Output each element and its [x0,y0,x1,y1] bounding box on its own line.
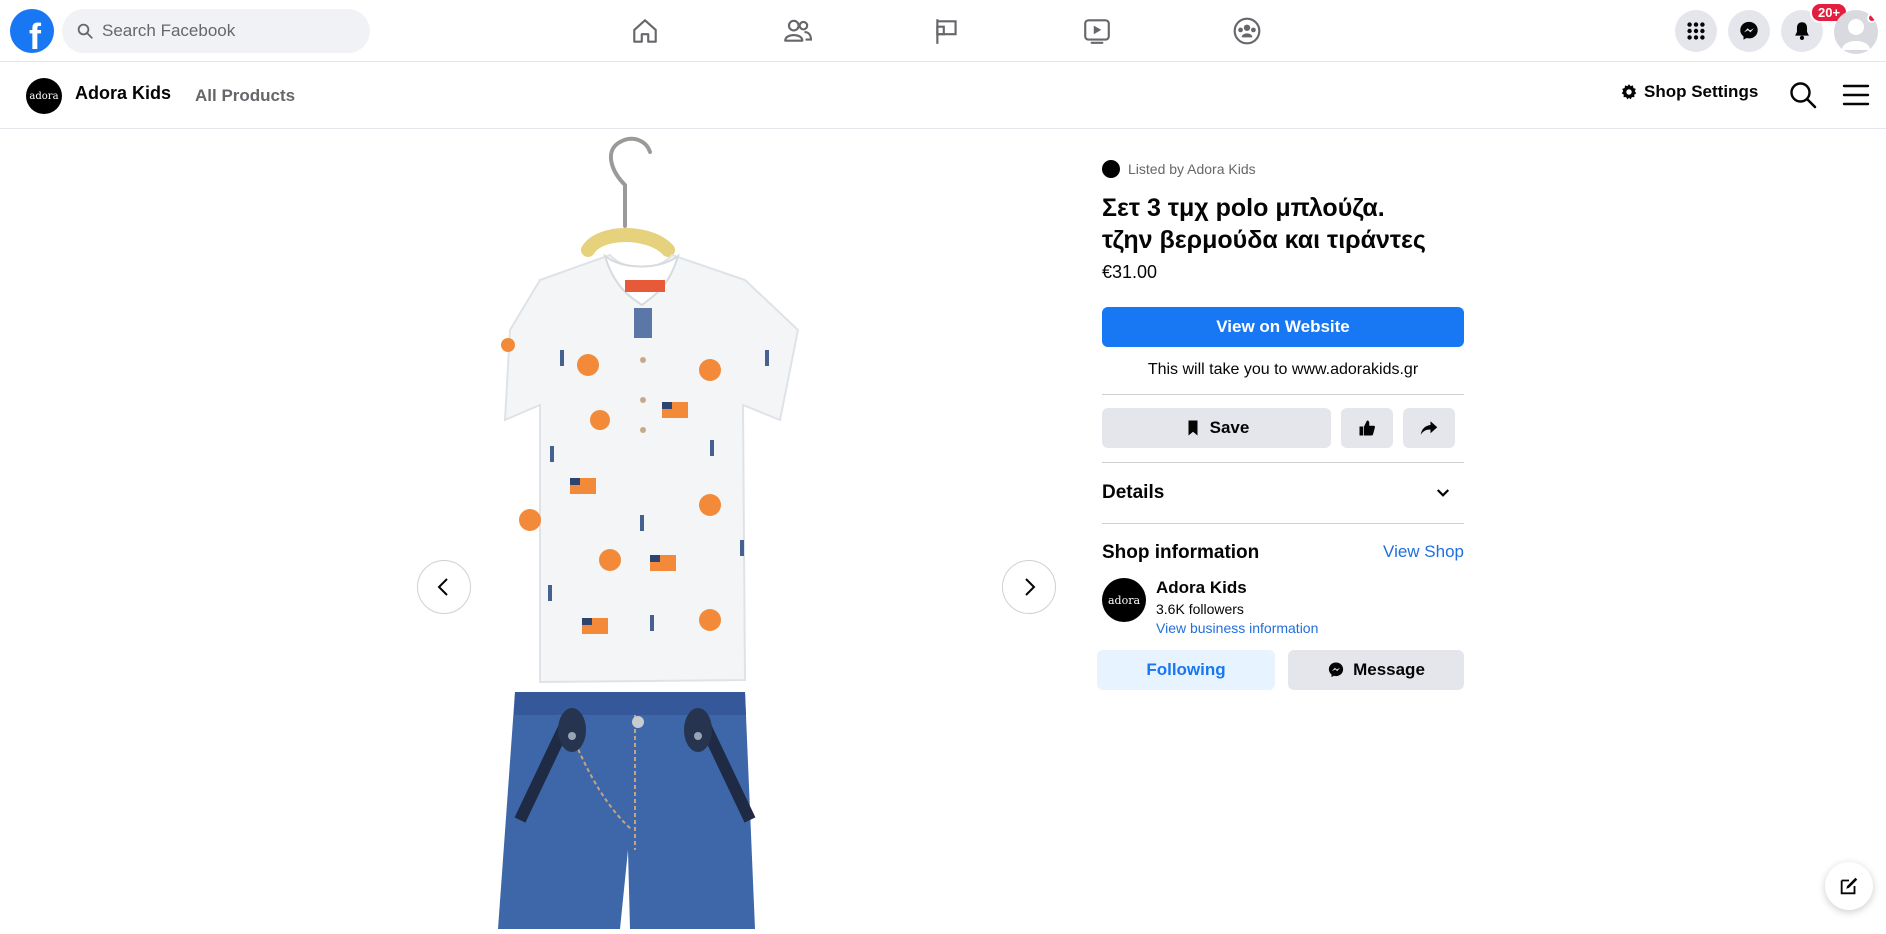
shop-info-row: adora Adora Kids 3.6K followers View bus… [1102,578,1464,636]
message-label: Message [1353,660,1425,679]
shop-search-icon[interactable] [1788,80,1818,110]
shop-information-header: Shop information View Shop [1102,542,1464,564]
chevron-left-icon [437,578,448,596]
product-title-line-2: τζην βερμούδα και τιράντες [1102,226,1426,254]
search-input[interactable] [102,21,352,41]
nav-watch[interactable] [1077,14,1117,48]
product-price: €31.00 [1102,262,1158,282]
status-dot [1867,13,1877,23]
nav-pages[interactable] [927,14,967,48]
nav-groups[interactable] [1227,14,1267,48]
facebook-logo[interactable]: f [10,9,54,53]
facebook-logo-letter: f [29,16,41,53]
shop-info-text: Adora Kids 3.6K followers View business … [1156,578,1318,636]
website-note: This will take you to www.adorakids.gr [1147,361,1419,378]
search-icon [77,23,93,39]
view-shop-link[interactable]: View Shop [1383,542,1464,564]
compose-icon [1840,877,1858,895]
groups-icon [1233,17,1261,45]
hamburger-menu-icon[interactable] [1842,82,1870,108]
previous-image-button[interactable] [417,560,471,614]
messenger-icon [1740,21,1758,40]
grid-menu-icon [1687,22,1705,40]
follower-count: 3.6K followers [1156,601,1244,617]
nav-friends[interactable] [777,14,817,48]
shop-logo-text: adora [29,90,59,102]
main-nav [590,0,1290,62]
divider [1102,523,1464,524]
product-title: Σετ 3 τμχ polo μπλούζα. τζην βερμούδα κα… [1102,192,1464,256]
messenger-button[interactable] [1728,10,1770,52]
view-on-website-button[interactable]: View on Website [1102,307,1464,347]
details-toggle[interactable]: Details [1102,463,1464,523]
shop-info-logo-text: adora [1107,593,1141,607]
bell-icon [1795,22,1809,40]
search-box[interactable] [62,9,370,53]
product-photo [498,136,800,929]
nav-home[interactable] [625,14,665,48]
menu-button[interactable] [1675,10,1717,52]
share-button[interactable] [1403,408,1455,448]
thumbs-up-icon [1359,420,1375,436]
bookmark-icon [1188,420,1198,436]
shop-information-heading: Shop information [1102,542,1260,563]
messenger-icon [1328,662,1344,678]
listed-by: Listed by Adora Kids [1102,160,1464,178]
chevron-right-icon [1025,578,1036,596]
shop-info-logo[interactable]: adora [1102,578,1146,622]
home-icon [633,19,657,43]
gear-icon [1621,84,1637,100]
save-button[interactable]: Save [1102,408,1331,448]
following-button[interactable]: Following [1097,650,1275,690]
shop-settings-label: Shop Settings [1644,82,1759,101]
friends-icon [784,19,812,42]
seller-mini-logo [1102,160,1120,178]
shop-logo[interactable]: adora [26,78,62,114]
new-message-button[interactable] [1825,862,1873,910]
follow-actions: Following Message [1097,650,1464,690]
next-image-button[interactable] [1002,560,1056,614]
shop-name[interactable]: Adora Kids [75,83,171,104]
all-products-link[interactable]: All Products [195,86,295,106]
product-image [410,130,1070,929]
chevron-down-icon [1436,489,1450,497]
divider [1102,394,1464,395]
shop-info-name[interactable]: Adora Kids [1156,578,1318,598]
action-buttons: Save [1102,408,1464,448]
video-icon [1084,19,1110,44]
message-button[interactable]: Message [1287,650,1464,690]
top-navigation-bar: f Search Facebook 20+ [0,0,1886,62]
view-business-info-link[interactable]: View business information [1156,620,1318,636]
profile-avatar[interactable] [1834,10,1878,54]
product-title-line-1: Σετ 3 τμχ polo μπλούζα. [1102,194,1385,222]
shop-settings-button[interactable]: Shop Settings [1620,82,1758,102]
listed-by-text: Listed by Adora Kids [1128,161,1256,177]
flag-icon [936,19,957,44]
save-label: Save [1209,418,1250,437]
shop-header: adora Adora Kids All Products Shop Setti… [0,62,1886,129]
details-label: Details [1102,482,1165,503]
product-details-panel: Listed by Adora Kids Σετ 3 τμχ polo μπλο… [1097,160,1464,690]
like-button[interactable] [1341,408,1393,448]
share-icon [1420,421,1438,435]
